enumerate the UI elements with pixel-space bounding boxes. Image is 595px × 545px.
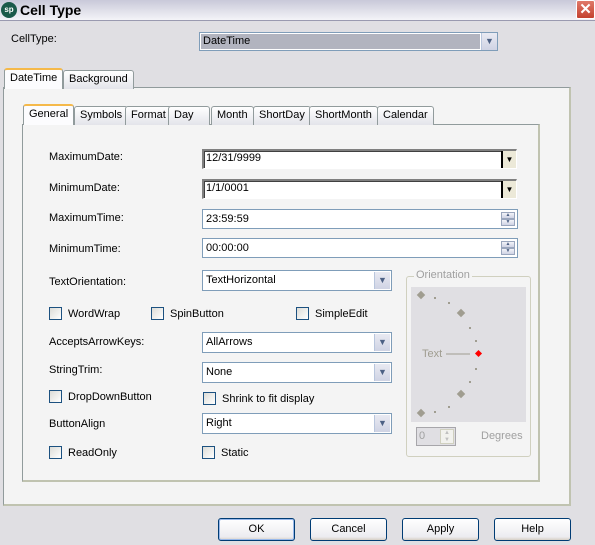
title-bar <box>0 0 595 21</box>
dial-dot <box>448 302 450 304</box>
minimum-date-picker[interactable]: 1/1/0001 ▼ <box>202 179 517 199</box>
chevron-down-icon[interactable]: ▼ <box>374 415 390 432</box>
tab-shortday[interactable]: ShortDay <box>253 106 311 125</box>
cancel-button[interactable]: Cancel <box>310 518 387 541</box>
dial-dot <box>469 327 471 329</box>
tab-calendar[interactable]: Calendar <box>377 106 434 125</box>
tab-month[interactable]: Month <box>211 106 254 125</box>
tab-background[interactable]: Background <box>63 70 134 89</box>
tab-shortmonth[interactable]: ShortMonth <box>309 106 378 125</box>
accepts-arrow-keys-value: AllArrows <box>206 336 253 348</box>
dial-selected-marker <box>474 349 483 358</box>
word-wrap-label: WordWrap <box>68 308 121 320</box>
drop-down-button-label: DropDownButton <box>68 391 152 403</box>
spin-button-checkbox[interactable] <box>151 307 164 320</box>
read-only-checkbox[interactable] <box>49 446 62 459</box>
dial-marker-90 <box>416 290 426 300</box>
spin-down-icon[interactable]: ▼ <box>501 219 515 226</box>
static-checkbox[interactable] <box>202 446 215 459</box>
string-trim-label: StringTrim: <box>49 364 103 376</box>
close-button[interactable]: ✕ <box>576 0 595 19</box>
dial-marker-60 <box>456 308 466 318</box>
close-icon: ✕ <box>579 1 592 18</box>
spin-up-icon[interactable]: ▲ <box>441 430 453 437</box>
celltype-label: CellType: <box>11 33 57 45</box>
button-align-select[interactable]: Right ▼ <box>202 413 392 434</box>
app-icon: sp <box>1 2 17 18</box>
orientation-dial[interactable]: Text <box>411 287 526 422</box>
minimum-time-value: 00:00:00 <box>206 242 249 254</box>
minimum-date-value: 1/1/0001 <box>206 182 249 194</box>
maximum-date-label: MaximumDate: <box>49 151 123 163</box>
spin-up-icon[interactable]: ▲ <box>501 212 515 219</box>
minimum-date-label: MinimumDate: <box>49 182 120 194</box>
string-trim-select[interactable]: None ▼ <box>202 362 392 383</box>
chevron-down-icon[interactable]: ▼ <box>374 364 390 381</box>
ok-button[interactable]: OK <box>218 518 295 541</box>
button-align-label: ButtonAlign <box>49 418 106 430</box>
read-only-label: ReadOnly <box>68 447 117 459</box>
shrink-to-fit-checkbox[interactable] <box>203 392 216 405</box>
word-wrap-checkbox[interactable] <box>49 307 62 320</box>
dial-dot <box>434 411 436 413</box>
spin-down-icon[interactable]: ▼ <box>441 437 453 444</box>
spin-up-icon[interactable]: ▲ <box>501 241 515 248</box>
drop-down-button-checkbox[interactable] <box>49 390 62 403</box>
dial-dot <box>475 368 477 370</box>
static-label: Static <box>221 447 249 459</box>
tab-general[interactable]: General <box>23 104 75 125</box>
maximum-date-picker[interactable]: 12/31/9999 ▼ <box>202 149 517 169</box>
degrees-label: Degrees <box>481 430 523 442</box>
celltype-value: DateTime <box>201 34 480 49</box>
spin-down-icon[interactable]: ▼ <box>501 248 515 255</box>
maximum-date-value: 12/31/9999 <box>206 152 262 164</box>
dial-marker-neg90 <box>416 408 426 418</box>
degrees-spin-buttons[interactable]: ▲ ▼ <box>440 429 454 444</box>
celltype-select[interactable]: DateTime ▼ <box>199 32 498 51</box>
tab-datetime[interactable]: DateTime <box>4 68 64 89</box>
spin-buttons[interactable]: ▲ ▼ <box>501 241 515 255</box>
degrees-value: 0 <box>419 430 426 442</box>
button-align-value: Right <box>206 417 232 429</box>
window-title: Cell Type <box>20 2 82 18</box>
dropdown-arrow-icon[interactable]: ▼ <box>501 151 516 168</box>
string-trim-value: None <box>206 366 233 378</box>
text-orientation-value: TextHorizontal <box>206 274 276 286</box>
chevron-down-icon[interactable]: ▼ <box>481 33 497 50</box>
chevron-down-icon[interactable]: ▼ <box>374 334 390 351</box>
maximum-time-label: MaximumTime: <box>49 212 124 224</box>
dial-marker-neg60 <box>456 389 466 399</box>
text-orientation-label: TextOrientation: <box>49 276 127 288</box>
spin-buttons[interactable]: ▲ ▼ <box>501 212 515 226</box>
maximum-time-field[interactable]: 23:59:59 ▲ ▼ <box>202 209 518 229</box>
tab-day[interactable]: Day <box>168 106 210 125</box>
tab-format[interactable]: Format <box>125 106 172 125</box>
dial-text-label: Text <box>422 348 443 360</box>
spin-button-label: SpinButton <box>170 308 224 320</box>
accepts-arrow-keys-select[interactable]: AllArrows ▼ <box>202 332 392 353</box>
help-button[interactable]: Help <box>494 518 571 541</box>
dial-dot <box>475 340 477 342</box>
dial-dot <box>448 406 450 408</box>
simple-edit-label: SimpleEdit <box>315 308 368 320</box>
dial-dot <box>469 381 471 383</box>
shrink-to-fit-label: Shrink to fit display <box>222 393 315 405</box>
minimum-time-label: MinimumTime: <box>49 243 121 255</box>
tab-symbols[interactable]: Symbols <box>74 106 129 125</box>
simple-edit-checkbox[interactable] <box>296 307 309 320</box>
dropdown-arrow-icon[interactable]: ▼ <box>501 181 516 198</box>
maximum-time-value: 23:59:59 <box>206 213 249 225</box>
orientation-legend: Orientation <box>414 269 472 281</box>
text-orientation-select[interactable]: TextHorizontal ▼ <box>202 270 392 291</box>
accepts-arrow-keys-label: AcceptsArrowKeys: <box>49 336 145 348</box>
dial-dot <box>434 297 436 299</box>
chevron-down-icon[interactable]: ▼ <box>374 272 390 289</box>
minimum-time-field[interactable]: 00:00:00 ▲ ▼ <box>202 238 518 258</box>
apply-button[interactable]: Apply <box>402 518 479 541</box>
degrees-field[interactable]: 0 ▲ ▼ <box>416 427 456 446</box>
